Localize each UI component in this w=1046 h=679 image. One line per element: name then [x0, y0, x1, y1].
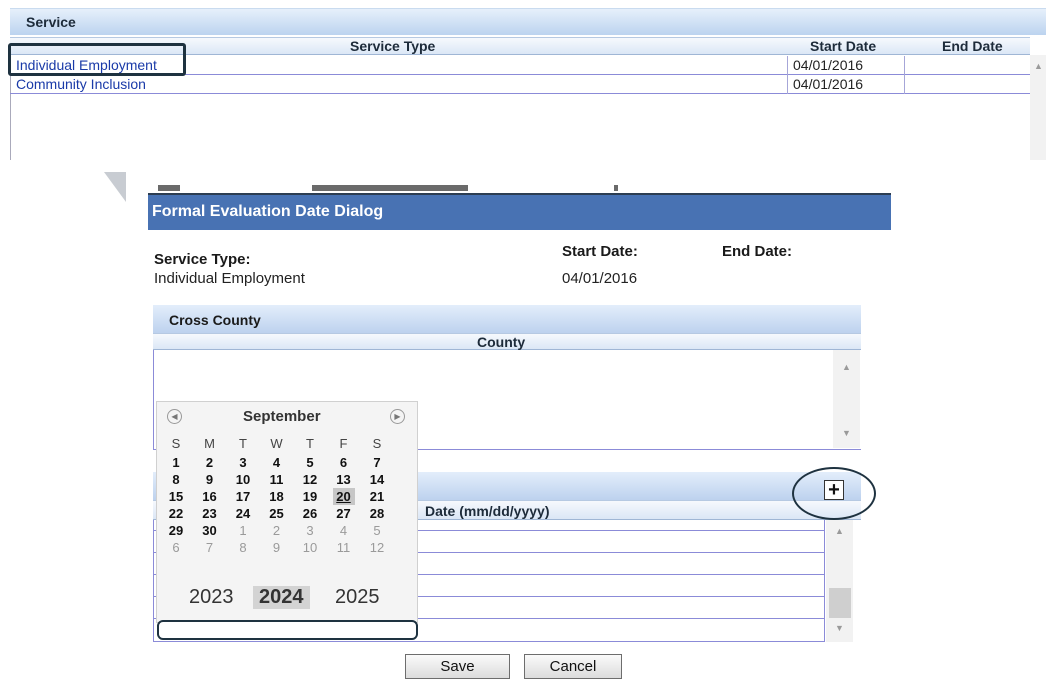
calendar-day[interactable]: 3	[232, 454, 254, 471]
start-date-value: 04/01/2016	[562, 270, 638, 287]
calendar-day[interactable]: 19	[299, 488, 321, 505]
service-start-date: 04/01/2016	[793, 57, 864, 73]
scroll-down-icon[interactable]: ▼	[842, 428, 851, 438]
cell-divider	[904, 75, 905, 94]
highlight-annotation-circle	[792, 467, 876, 520]
scroll-up-icon[interactable]: ▲	[842, 362, 851, 372]
weekday-header: T	[306, 436, 314, 451]
service-type-value: Individual Employment	[154, 270, 305, 287]
calendar-day[interactable]: 1	[165, 454, 187, 471]
county-column-header: County	[153, 333, 861, 350]
cell-divider	[787, 75, 788, 94]
cell-divider	[787, 56, 788, 75]
calendar-day[interactable]: 28	[366, 505, 388, 522]
calendar-day[interactable]: 26	[299, 505, 321, 522]
cross-county-title: Cross County	[169, 312, 261, 328]
calendar-day[interactable]: 25	[266, 505, 288, 522]
service-type-link[interactable]: Community Inclusion	[16, 76, 146, 92]
service-section-title: Service	[26, 14, 76, 30]
date-grid-scrollbar[interactable]: ▲ ▼	[826, 520, 853, 642]
cell-divider	[904, 56, 905, 75]
calendar-day[interactable]: 22	[165, 505, 187, 522]
cross-county-scrollbar[interactable]: ▲ ▼	[833, 350, 860, 448]
year-option-selected[interactable]: 2024	[253, 586, 310, 609]
year-option[interactable]: 2025	[335, 586, 380, 609]
weekday-header: M	[204, 436, 215, 451]
year-option[interactable]: 2023	[189, 586, 234, 609]
save-button[interactable]: Save	[405, 654, 510, 679]
calendar-day[interactable]: 8	[165, 471, 187, 488]
highlight-annotation-box	[8, 43, 186, 76]
start-date-label: Start Date:	[562, 243, 638, 260]
calendar-day-other-month[interactable]: 7	[199, 539, 221, 556]
calendar-day-other-month[interactable]: 10	[299, 539, 321, 556]
calendar-day[interactable]: 11	[266, 471, 288, 488]
calendar-day[interactable]: 7	[366, 454, 388, 471]
cancel-button[interactable]: Cancel	[524, 654, 622, 679]
chevron-left-icon[interactable]: ◀	[167, 409, 182, 424]
weekday-header: S	[171, 436, 181, 451]
service-grid-scrollbar[interactable]: ▲	[1030, 55, 1046, 160]
calendar-day[interactable]: 20	[332, 488, 355, 505]
calendar-day-other-month[interactable]: 12	[366, 539, 388, 556]
start-date-column-header[interactable]: Start Date	[810, 38, 876, 54]
scrollbar-thumb[interactable]	[829, 588, 851, 618]
calendar-day[interactable]: 14	[366, 471, 388, 488]
scroll-up-icon[interactable]: ▲	[1034, 61, 1043, 71]
calendar-day[interactable]: 2	[199, 454, 221, 471]
end-date-label: End Date:	[722, 243, 793, 260]
calendar-day[interactable]: 15	[165, 488, 187, 505]
service-type-label: Service Type:	[154, 251, 251, 268]
weekday-header: W	[270, 436, 283, 451]
calendar-day[interactable]: 30	[199, 522, 221, 539]
calendar-year-selector: 2023 2024 2025	[157, 582, 419, 614]
calendar-day[interactable]: 24	[232, 505, 254, 522]
calendar-day[interactable]: 4	[266, 454, 288, 471]
weekday-header: F	[339, 436, 348, 451]
scroll-up-icon[interactable]: ▲	[835, 526, 844, 536]
calendar-day[interactable]: 16	[199, 488, 221, 505]
calendar-day[interactable]: 18	[266, 488, 288, 505]
calendar-day-other-month[interactable]: 6	[165, 539, 187, 556]
calendar-day[interactable]: 27	[333, 505, 355, 522]
weekday-header: S	[372, 436, 382, 451]
pointer-arrow-shape	[104, 172, 126, 202]
scroll-down-icon[interactable]: ▼	[835, 623, 844, 633]
calendar-day-other-month[interactable]: 11	[333, 539, 355, 556]
service-type-column-header[interactable]: Service Type	[350, 38, 435, 54]
date-input-field[interactable]	[157, 620, 418, 640]
calendar-day-other-month[interactable]: 1	[232, 522, 254, 539]
county-column-label[interactable]: County	[477, 334, 525, 350]
calendar-day[interactable]: 5	[299, 454, 321, 471]
calendar-day[interactable]: 6	[333, 454, 355, 471]
calendar-day[interactable]: 10	[232, 471, 254, 488]
service-section-header	[10, 8, 1046, 35]
calendar-day-other-month[interactable]: 3	[299, 522, 321, 539]
calendar-day[interactable]: 23	[199, 505, 221, 522]
calendar-day[interactable]: 13	[333, 471, 355, 488]
calendar-day-other-month[interactable]: 4	[333, 522, 355, 539]
date-picker-calendar[interactable]: ◀ September ▶ S M T W T F S 1 2 3 4 5 6 7 8 9 10 11 12 13 14…	[156, 401, 418, 623]
obscured-header-fragment	[152, 176, 892, 194]
calendar-day[interactable]: 17	[232, 488, 254, 505]
calendar-day-other-month[interactable]: 9	[266, 539, 288, 556]
calendar-day[interactable]: 29	[165, 522, 187, 539]
calendar-day-other-month[interactable]: 5	[366, 522, 388, 539]
calendar-month[interactable]: September	[243, 408, 321, 425]
end-date-column-header[interactable]: End Date	[942, 38, 1003, 54]
service-start-date: 04/01/2016	[793, 76, 864, 92]
cross-county-header: Cross County	[153, 305, 861, 333]
service-row-community-inclusion[interactable]: Community Inclusion 04/01/2016	[10, 75, 1030, 94]
calendar-day-other-month[interactable]: 8	[232, 539, 254, 556]
dialog-title: Formal Evaluation Date Dialog	[152, 203, 384, 220]
chevron-right-icon[interactable]: ▶	[390, 409, 405, 424]
calendar-day[interactable]: 9	[199, 471, 221, 488]
weekday-header: T	[239, 436, 247, 451]
date-column-label[interactable]: Date (mm/dd/yyyy)	[425, 503, 549, 519]
calendar-day[interactable]: 21	[366, 488, 388, 505]
calendar-day[interactable]: 12	[299, 471, 321, 488]
dialog-title-bar[interactable]: Formal Evaluation Date Dialog	[148, 193, 891, 230]
calendar-day-other-month[interactable]: 2	[266, 522, 288, 539]
